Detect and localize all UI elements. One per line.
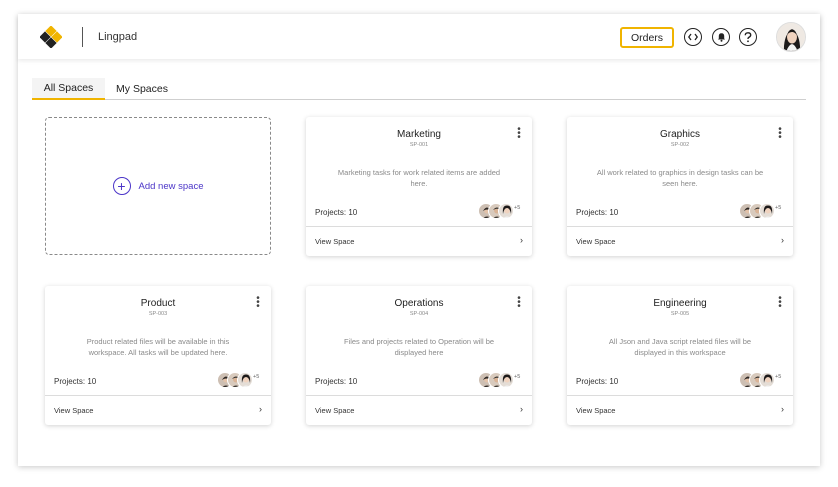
view-space-label: View Space	[576, 237, 616, 246]
more-members-count: +5	[775, 374, 782, 380]
space-description: All work related to graphics in design t…	[596, 168, 764, 188]
view-space-label: View Space	[54, 406, 94, 415]
space-code: SP-002	[670, 142, 690, 148]
orders-button[interactable]: Orders	[620, 27, 674, 48]
add-new-space-card[interactable]: + Add new space	[45, 117, 271, 255]
space-code: SP-001	[409, 142, 429, 148]
member-avatars	[739, 372, 779, 388]
more-members-count: +5	[253, 374, 260, 380]
chevron-right-icon: ›	[520, 404, 523, 414]
view-space-label: View Space	[315, 406, 355, 415]
plus-circle-icon: +	[112, 177, 131, 195]
member-avatars	[478, 203, 518, 219]
space-title: Product	[140, 298, 176, 309]
chevron-right-icon: ›	[520, 235, 523, 245]
projects-count: Projects: 10	[315, 208, 358, 217]
member-avatars	[739, 203, 779, 219]
more-options-icon[interactable]: • • •	[777, 294, 783, 312]
space-card-product: Product SP-003 • • • Product related files…	[45, 286, 271, 425]
space-card-engineering: Engineering SP-005 • • • All Json and Java…	[567, 286, 793, 425]
member-avatars	[217, 372, 257, 388]
space-title: Engineering	[653, 298, 707, 309]
chevron-right-icon: ›	[781, 404, 784, 414]
chevron-right-icon: ›	[781, 235, 784, 245]
member-avatar	[498, 372, 514, 388]
space-description: Files and projects related to Operation …	[343, 337, 495, 357]
user-avatar[interactable]	[776, 22, 806, 52]
tab-all-spaces[interactable]: All Spaces	[32, 78, 105, 100]
member-avatar	[498, 203, 514, 219]
space-card-operations: Operations SP-004 • • • Files and projects…	[306, 286, 532, 425]
header-divider	[82, 27, 83, 47]
more-members-count: +5	[514, 374, 521, 380]
space-tabs: All Spaces My Spaces	[32, 78, 806, 100]
view-space-link[interactable]: View Space ›	[45, 396, 271, 425]
projects-count: Projects: 10	[315, 377, 358, 386]
space-title: Marketing	[397, 129, 441, 140]
space-description: All Json and Java script related files w…	[608, 337, 752, 357]
space-code: SP-004	[409, 311, 429, 317]
chevron-right-icon: ›	[259, 404, 262, 414]
bell-icon[interactable]	[712, 28, 730, 46]
view-space-link[interactable]: View Space ›	[306, 396, 532, 425]
space-description: Product related files will be available …	[86, 337, 230, 357]
top-header: Lingpad Orders	[18, 14, 820, 59]
member-avatar	[237, 372, 253, 388]
projects-count: Projects: 10	[576, 377, 619, 386]
more-members-count: +5	[514, 205, 521, 211]
view-space-label: View Space	[315, 237, 355, 246]
space-title: Operations	[394, 298, 444, 309]
space-description: Marketing tasks for work related items a…	[337, 168, 501, 188]
app-logo-icon[interactable]	[40, 26, 62, 48]
more-options-icon[interactable]: • • •	[516, 125, 522, 143]
view-space-link[interactable]: View Space ›	[567, 396, 793, 425]
space-title: Graphics	[659, 129, 700, 140]
member-avatars	[478, 372, 518, 388]
space-card-graphics: Graphics SP-002 • • • All work related to …	[567, 117, 793, 256]
view-space-label: View Space	[576, 406, 616, 415]
projects-count: Projects: 10	[576, 208, 619, 217]
space-code: SP-005	[670, 311, 690, 317]
member-avatar	[759, 203, 775, 219]
space-card-marketing: Marketing SP-001 • • • Marketing tasks for…	[306, 117, 532, 256]
space-code: SP-003	[148, 311, 168, 317]
add-new-space-label: Add new space	[138, 180, 204, 192]
member-avatar	[759, 372, 775, 388]
more-options-icon[interactable]: • • •	[516, 294, 522, 312]
more-options-icon[interactable]: • • •	[777, 125, 783, 143]
view-space-link[interactable]: View Space ›	[306, 227, 532, 256]
help-icon[interactable]	[739, 28, 757, 46]
app-window: Lingpad Orders All Spaces My Spaces + Ad…	[18, 14, 820, 466]
code-icon[interactable]	[684, 28, 702, 46]
tab-my-spaces[interactable]: My Spaces	[112, 78, 172, 100]
app-name: Lingpad	[98, 31, 138, 43]
view-space-link[interactable]: View Space ›	[567, 227, 793, 256]
more-members-count: +5	[775, 205, 782, 211]
more-options-icon[interactable]: • • •	[255, 294, 261, 312]
projects-count: Projects: 10	[54, 377, 97, 386]
